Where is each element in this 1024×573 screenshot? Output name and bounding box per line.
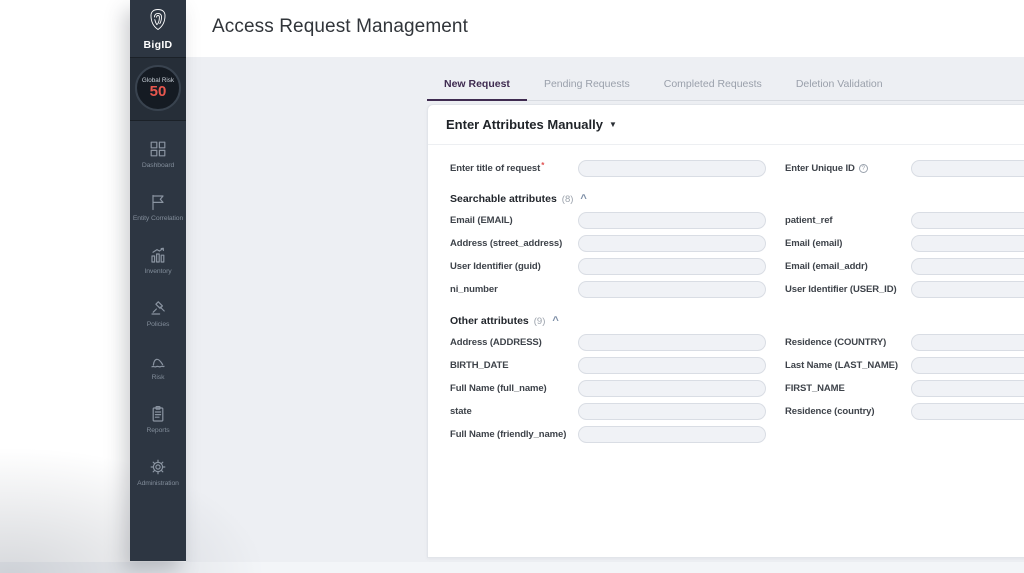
attribute-input[interactable] bbox=[911, 334, 1024, 351]
sidebar-item-administration[interactable]: Administration bbox=[130, 445, 186, 498]
tab-new-request[interactable]: New Request bbox=[427, 69, 527, 101]
enter-attributes-manually-toggle[interactable]: Enter Attributes Manually ▼ bbox=[428, 105, 1024, 145]
logo-wordmark: BigID bbox=[144, 39, 173, 51]
attribute-row: Full Name (friendly_name) bbox=[450, 426, 1024, 443]
caret-down-icon: ▼ bbox=[609, 120, 617, 129]
sidebar-item-dashboard[interactable]: Dashboard bbox=[130, 127, 186, 180]
chevron-up-icon[interactable]: ^ bbox=[552, 317, 558, 325]
attribute-input[interactable] bbox=[578, 258, 766, 275]
gear-icon bbox=[149, 457, 167, 477]
attribute-input[interactable] bbox=[578, 281, 766, 298]
required-asterisk: * bbox=[541, 161, 544, 170]
attribute-row: User Identifier (guid) Email (email_addr… bbox=[450, 258, 1024, 275]
attribute-row: state Residence (country) bbox=[450, 403, 1024, 420]
bar-chart-trend-icon bbox=[149, 245, 167, 265]
attribute-label: Full Name (friendly_name) bbox=[450, 429, 578, 440]
section-count: (9) bbox=[534, 316, 546, 327]
attribute-label: User Identifier (guid) bbox=[450, 261, 578, 272]
app-window: BigID Global Risk 50 Dashboard bbox=[0, 0, 1024, 573]
attribute-row: Email (EMAIL) patient_ref bbox=[450, 212, 1024, 229]
sidebar-item-inventory[interactable]: Inventory bbox=[130, 233, 186, 286]
page-background-strip bbox=[0, 562, 1024, 573]
top-bar: Access Request Management bbox=[186, 0, 1024, 57]
tab-completed-requests[interactable]: Completed Requests bbox=[647, 69, 779, 100]
bigid-logo[interactable]: BigID bbox=[130, 0, 186, 51]
attribute-label: BIRTH_DATE bbox=[450, 360, 578, 371]
attribute-input[interactable] bbox=[578, 403, 766, 420]
unique-id-label: Enter Unique ID? bbox=[785, 163, 911, 174]
attribute-label: ni_number bbox=[450, 284, 578, 295]
attribute-label: state bbox=[450, 406, 578, 417]
sidebar-nav: Dashboard Entity Correlation Inventor bbox=[130, 127, 186, 498]
attribute-input[interactable] bbox=[911, 235, 1024, 252]
request-title-row: Enter title of request* Enter Unique ID? bbox=[450, 160, 1024, 177]
searchable-attributes-header: Searchable attributes (8) ^ bbox=[450, 192, 1024, 206]
attribute-label: Email (email) bbox=[785, 238, 911, 249]
attribute-row: ni_number User Identifier (USER_ID) bbox=[450, 281, 1024, 298]
tab-pending-requests[interactable]: Pending Requests bbox=[527, 69, 647, 100]
clipboard-icon bbox=[149, 404, 167, 424]
global-risk-section: Global Risk 50 bbox=[130, 57, 186, 121]
fingerprint-shield-icon bbox=[145, 7, 171, 38]
sidebar: BigID Global Risk 50 Dashboard bbox=[130, 0, 186, 561]
attribute-row: Address (ADDRESS) Residence (COUNTRY) bbox=[450, 334, 1024, 351]
sidebar-item-risk[interactable]: Risk bbox=[130, 339, 186, 392]
attribute-label: FIRST_NAME bbox=[785, 383, 911, 394]
shark-fin-icon bbox=[149, 351, 167, 371]
panel-title: Enter Attributes Manually bbox=[446, 117, 603, 132]
attribute-input[interactable] bbox=[578, 426, 766, 443]
attribute-input[interactable] bbox=[911, 357, 1024, 374]
sidebar-item-reports[interactable]: Reports bbox=[130, 392, 186, 445]
attribute-label: User Identifier (USER_ID) bbox=[785, 284, 911, 295]
attribute-label: Last Name (LAST_NAME) bbox=[785, 360, 911, 371]
section-count: (8) bbox=[562, 194, 574, 205]
chevron-up-icon[interactable]: ^ bbox=[580, 195, 586, 203]
attribute-input[interactable] bbox=[911, 380, 1024, 397]
attribute-label: Address (street_address) bbox=[450, 238, 578, 249]
attribute-row: BIRTH_DATE Last Name (LAST_NAME) bbox=[450, 357, 1024, 374]
attribute-label: Email (email_addr) bbox=[785, 261, 911, 272]
attribute-label: Full Name (full_name) bbox=[450, 383, 578, 394]
global-risk-badge[interactable]: Global Risk 50 bbox=[135, 65, 181, 111]
new-request-panel: Enter Attributes Manually ▼ Enter title o… bbox=[427, 104, 1024, 558]
attribute-label: Residence (country) bbox=[785, 406, 911, 417]
attribute-row: Full Name (full_name) FIRST_NAME bbox=[450, 380, 1024, 397]
request-title-label: Enter title of request* bbox=[450, 163, 578, 174]
flag-icon bbox=[149, 192, 167, 212]
page-title: Access Request Management bbox=[212, 16, 468, 38]
dashboard-icon bbox=[149, 139, 167, 159]
attribute-label: patient_ref bbox=[785, 215, 911, 226]
gavel-icon bbox=[149, 298, 167, 318]
attribute-input[interactable] bbox=[578, 334, 766, 351]
section-title: Searchable attributes bbox=[450, 193, 557, 205]
attribute-input[interactable] bbox=[578, 380, 766, 397]
info-icon[interactable]: ? bbox=[859, 164, 868, 173]
unique-id-input[interactable] bbox=[911, 160, 1024, 177]
attributes-form: Enter title of request* Enter Unique ID?… bbox=[428, 145, 1024, 443]
attribute-row: Address (street_address) Email (email) bbox=[450, 235, 1024, 252]
attribute-input[interactable] bbox=[911, 212, 1024, 229]
section-title: Other attributes bbox=[450, 315, 529, 327]
tab-deletion-validation[interactable]: Deletion Validation bbox=[779, 69, 900, 100]
attribute-input[interactable] bbox=[578, 212, 766, 229]
main-content: New Request Pending Requests Completed R… bbox=[186, 57, 1024, 562]
sidebar-item-policies[interactable]: Policies bbox=[130, 286, 186, 339]
attribute-input[interactable] bbox=[911, 258, 1024, 275]
attribute-label: Email (EMAIL) bbox=[450, 215, 578, 226]
attribute-input[interactable] bbox=[578, 235, 766, 252]
attribute-input[interactable] bbox=[578, 357, 766, 374]
attribute-label: Residence (COUNTRY) bbox=[785, 337, 911, 348]
attribute-input[interactable] bbox=[911, 281, 1024, 298]
request-title-input[interactable] bbox=[578, 160, 766, 177]
tab-bar: New Request Pending Requests Completed R… bbox=[427, 69, 1024, 101]
global-risk-value: 50 bbox=[150, 85, 167, 99]
other-attributes-header: Other attributes (9) ^ bbox=[450, 314, 1024, 328]
attribute-label: Address (ADDRESS) bbox=[450, 337, 578, 348]
attribute-input[interactable] bbox=[911, 403, 1024, 420]
sidebar-item-entity-correlation[interactable]: Entity Correlation bbox=[130, 180, 186, 233]
